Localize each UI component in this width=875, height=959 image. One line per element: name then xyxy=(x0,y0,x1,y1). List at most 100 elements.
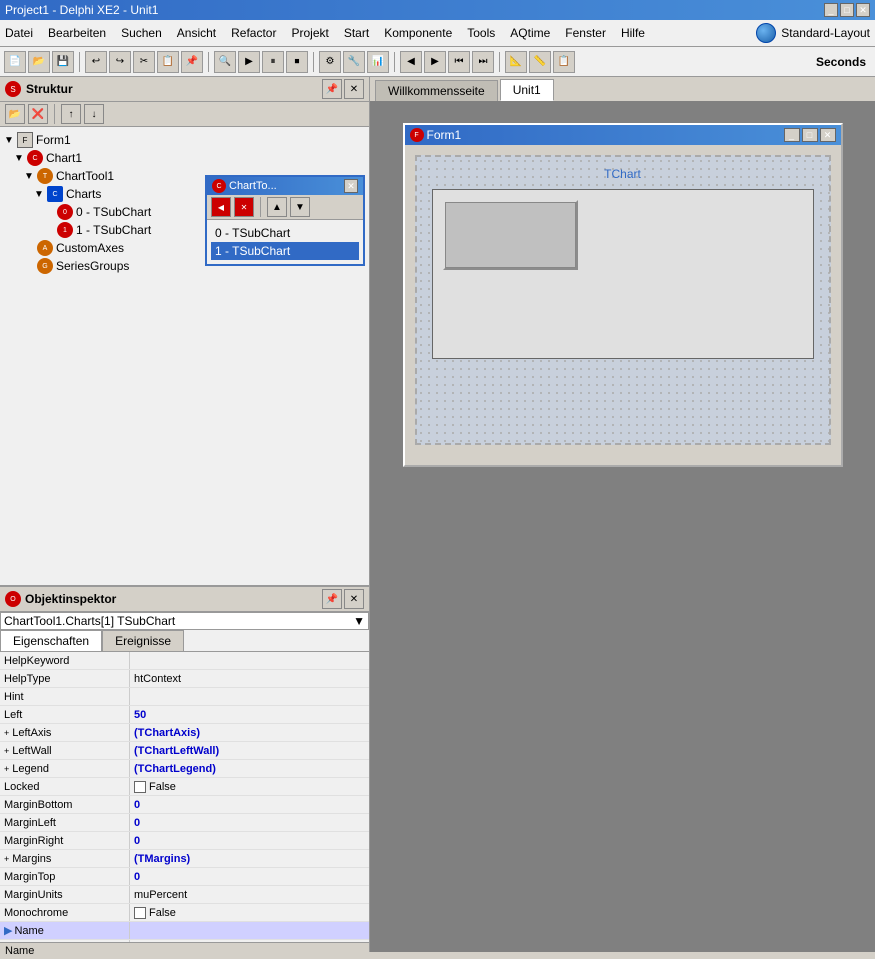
menu-item-suchen[interactable]: Suchen xyxy=(121,26,162,40)
monochrome-checkbox[interactable] xyxy=(134,907,146,919)
toolbar-btn-new[interactable]: 📄 xyxy=(4,51,26,73)
subchart-preview[interactable] xyxy=(443,200,578,270)
menu-item-datei[interactable]: Datei xyxy=(5,26,33,40)
menu-item-komponente[interactable]: Komponente xyxy=(384,26,452,40)
cw-btn-3[interactable]: ▲ xyxy=(267,197,287,217)
close-btn[interactable]: ✕ xyxy=(856,3,870,17)
tree-item-form1[interactable]: ▼ F Form1 xyxy=(4,131,365,149)
toolbar-btn-9[interactable]: ▶ xyxy=(238,51,260,73)
toolbar-btn-17[interactable]: ⏮ xyxy=(448,51,470,73)
struktur-toolbar: 📂 ❌ ↑ ↓ xyxy=(0,102,369,127)
struktur-close-btn[interactable]: ✕ xyxy=(344,79,364,99)
minimize-btn[interactable]: _ xyxy=(824,3,838,17)
menu-item-bearbeiten[interactable]: Bearbeiten xyxy=(48,26,106,40)
expand-charts[interactable]: ▼ xyxy=(34,189,44,200)
cw-btn-1[interactable]: ◀ xyxy=(211,197,231,217)
form-title-buttons: _ □ ✕ xyxy=(784,128,836,142)
expand-legend[interactable]: + xyxy=(4,764,9,774)
prop-val-locked: False xyxy=(149,781,176,793)
expand-leftaxis[interactable]: + xyxy=(4,728,9,738)
expand-form1[interactable]: ▼ xyxy=(4,135,14,146)
toolbar-btn-7[interactable]: 📌 xyxy=(181,51,203,73)
objinsp-close-btn[interactable]: ✕ xyxy=(344,589,364,609)
chart-inner-area[interactable] xyxy=(432,189,814,359)
toolbar-btn-open[interactable]: 📂 xyxy=(28,51,50,73)
toolbar-btn-8[interactable]: 🔍 xyxy=(214,51,236,73)
struct-btn-2[interactable]: ❌ xyxy=(28,104,48,124)
chart-window-icon: C xyxy=(212,179,226,193)
menu-item-tools[interactable]: Tools xyxy=(467,26,495,40)
form-preview-window[interactable]: F Form1 _ □ ✕ TChart xyxy=(403,123,843,467)
tree-item-chart1[interactable]: ▼ C Chart1 xyxy=(14,149,365,167)
cw-btn-2[interactable]: ✕ xyxy=(234,197,254,217)
struct-btn-3[interactable]: ↑ xyxy=(61,104,81,124)
globe-icon xyxy=(756,23,776,43)
editor-tab-bar: Willkommensseite Unit1 xyxy=(370,77,875,103)
name-arrow-icon: ▶ xyxy=(4,924,12,937)
toolbar-btn-19[interactable]: 📐 xyxy=(505,51,527,73)
expand-chart1[interactable]: ▼ xyxy=(14,153,24,164)
toolbar-btn-14[interactable]: 📊 xyxy=(367,51,389,73)
chart-popup-window[interactable]: C ChartTo... ✕ ◀ ✕ ▲ ▼ 0 - TSubChart xyxy=(205,175,365,266)
prop-row-leftaxis: +LeftAxis (TChartAxis) xyxy=(0,724,369,742)
form1-icon: F xyxy=(17,132,33,148)
toolbar-btn-redo[interactable]: ↪ xyxy=(109,51,131,73)
toolbar-btn-18[interactable]: ⏭ xyxy=(472,51,494,73)
chart-list-item-0[interactable]: 0 - TSubChart xyxy=(211,224,359,242)
locked-checkbox[interactable] xyxy=(134,781,146,793)
menu-item-refactor[interactable]: Refactor xyxy=(231,26,276,40)
struktur-pin-btn[interactable]: 📌 xyxy=(322,79,342,99)
seconds-label: Seconds xyxy=(816,55,871,69)
form-close-btn[interactable]: ✕ xyxy=(820,128,836,142)
toolbar-btn-15[interactable]: ◀ xyxy=(400,51,422,73)
prop-row-marginbottom: MarginBottom 0 xyxy=(0,796,369,814)
toolbar-btn-20[interactable]: 📏 xyxy=(529,51,551,73)
customaxes-icon: A xyxy=(37,240,53,256)
toolbar-btn-save[interactable]: 💾 xyxy=(52,51,74,73)
toolbar-btn-5[interactable]: ✂ xyxy=(133,51,155,73)
chart-win-close[interactable]: ✕ xyxy=(344,179,358,193)
toolbar-separator-5 xyxy=(499,52,500,72)
cw-btn-4[interactable]: ▼ xyxy=(290,197,310,217)
objinsp-pin-btn[interactable]: 📌 xyxy=(322,589,342,609)
menu-item-fenster[interactable]: Fenster xyxy=(565,26,606,40)
toolbar-btn-21[interactable]: 📋 xyxy=(553,51,575,73)
toolbar-btn-13[interactable]: 🔧 xyxy=(343,51,365,73)
objinsp-selector[interactable]: ChartTool1.Charts[1] TSubChart ▼ xyxy=(0,612,369,630)
chart-window-title-text: ChartTo... xyxy=(229,180,277,192)
tab-ereignisse[interactable]: Ereignisse xyxy=(102,630,184,651)
prop-val-left: 50 xyxy=(134,709,146,721)
toolbar-btn-6[interactable]: 📋 xyxy=(157,51,179,73)
toolbar-btn-undo[interactable]: ↩ xyxy=(85,51,107,73)
toolbar-btn-16[interactable]: ▶ xyxy=(424,51,446,73)
struktur-header: S Struktur 📌 ✕ xyxy=(0,77,369,102)
tree-label-chart1: Chart1 xyxy=(46,151,82,165)
menu-item-aqtime[interactable]: AQtime xyxy=(510,26,550,40)
expand-margins[interactable]: + xyxy=(4,854,9,864)
cw-separator xyxy=(260,197,261,217)
toolbar-btn-12[interactable]: ⚙ xyxy=(319,51,341,73)
tab-eigenschaften[interactable]: Eigenschaften xyxy=(0,630,102,651)
prop-row-margintop: MarginTop 0 xyxy=(0,868,369,886)
form-minimize-btn[interactable]: _ xyxy=(784,128,800,142)
chart-window-list: 0 - TSubChart 1 - TSubChart xyxy=(207,220,363,264)
prop-row-marginunits: MarginUnits muPercent xyxy=(0,886,369,904)
struct-btn-4[interactable]: ↓ xyxy=(84,104,104,124)
menu-item-hilfe[interactable]: Hilfe xyxy=(621,26,645,40)
menu-item-start[interactable]: Start xyxy=(344,26,369,40)
expand-charttool1[interactable]: ▼ xyxy=(24,171,34,182)
menu-item-ansicht[interactable]: Ansicht xyxy=(177,26,216,40)
maximize-btn[interactable]: □ xyxy=(840,3,854,17)
form-maximize-btn[interactable]: □ xyxy=(802,128,818,142)
charts-icon: C xyxy=(47,186,63,202)
chart-list-item-1[interactable]: 1 - TSubChart xyxy=(211,242,359,260)
tab-willkommensseite[interactable]: Willkommensseite xyxy=(375,80,498,101)
struct-btn-1[interactable]: 📂 xyxy=(5,104,25,124)
toolbar-btn-11[interactable]: ⏹ xyxy=(286,51,308,73)
toolbar-btn-10[interactable]: ⏸ xyxy=(262,51,284,73)
menu-item-projekt[interactable]: Projekt xyxy=(291,26,328,40)
tab-unit1[interactable]: Unit1 xyxy=(500,79,554,101)
expand-leftwall[interactable]: + xyxy=(4,746,9,756)
prop-val-helptype: htContext xyxy=(134,673,181,685)
tree-label-charttool1: ChartTool1 xyxy=(56,169,114,183)
